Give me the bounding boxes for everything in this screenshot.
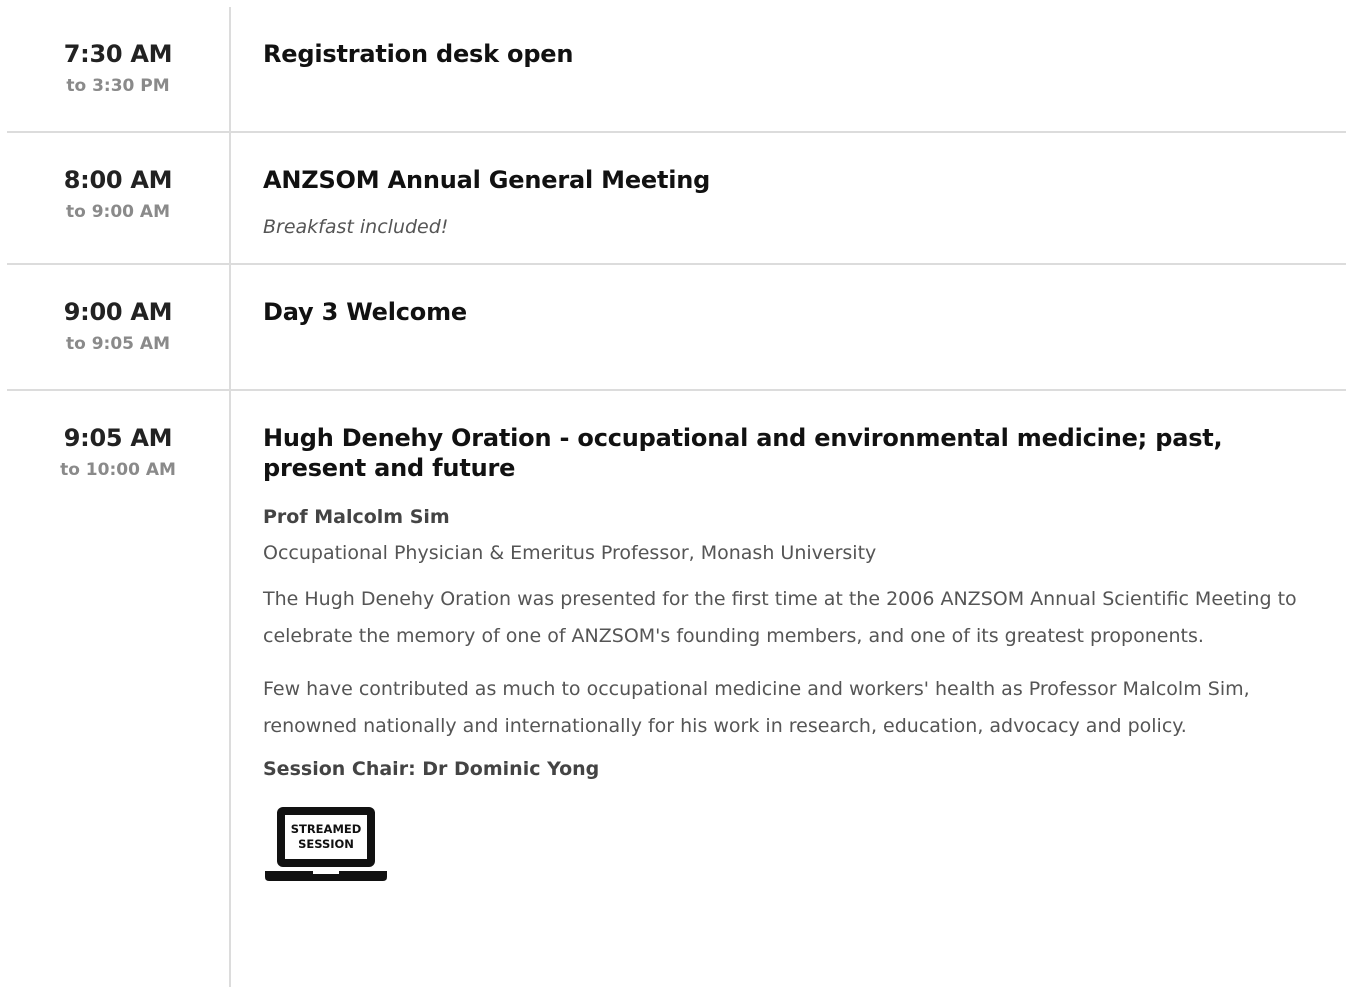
session-description: Few have contributed as much to occupati…: [263, 678, 1250, 737]
session-end-time: to 10:00 AM: [60, 460, 176, 480]
session-row: 9:05 AM to 10:00 AM Hugh Denehy Oration …: [7, 391, 1346, 987]
session-time: 8:00 AM to 9:00 AM: [7, 133, 231, 263]
session-content: Hugh Denehy Oration - occupational and e…: [231, 391, 1346, 987]
badge-line-1: STREAMED: [291, 822, 362, 836]
session-start-time: 8:00 AM: [63, 166, 173, 194]
streamed-session-badge: STREAMED SESSION: [263, 803, 389, 883]
session-end-time: to 9:00 AM: [65, 202, 170, 222]
session-time: 9:00 AM to 9:05 AM: [7, 265, 231, 389]
session-title: Registration desk open: [263, 40, 574, 68]
laptop-icon: STREAMED SESSION: [265, 807, 387, 881]
session-note: Breakfast included!: [263, 216, 449, 238]
session-content: Registration desk open: [231, 7, 1346, 131]
program-schedule: 7:30 AM to 3:30 PM Registration desk ope…: [7, 7, 1346, 987]
session-title: ANZSOM Annual General Meeting: [263, 166, 711, 194]
badge-line-2: SESSION: [298, 837, 354, 851]
session-description: The Hugh Denehy Oration was presented fo…: [263, 588, 1297, 647]
session-time: 7:30 AM to 3:30 PM: [7, 7, 231, 131]
session-start-time: 7:30 AM: [63, 40, 173, 68]
session-start-time: 9:00 AM: [63, 298, 173, 326]
session-end-time: to 9:05 AM: [65, 334, 170, 354]
session-row: 7:30 AM to 3:30 PM Registration desk ope…: [7, 7, 1346, 133]
session-title: Hugh Denehy Oration - occupational and e…: [263, 424, 1223, 482]
session-content: ANZSOM Annual General Meeting Breakfast …: [231, 133, 1346, 263]
session-row: 8:00 AM to 9:00 AM ANZSOM Annual General…: [7, 133, 1346, 265]
session-time: 9:05 AM to 10:00 AM: [7, 391, 231, 987]
session-row: 9:00 AM to 9:05 AM Day 3 Welcome: [7, 265, 1346, 391]
session-chair: Session Chair: Dr Dominic Yong: [263, 758, 600, 780]
session-title: Day 3 Welcome: [263, 298, 467, 326]
speaker-name: Prof Malcolm Sim: [263, 506, 450, 528]
session-start-time: 9:05 AM: [63, 424, 173, 452]
session-end-time: to 3:30 PM: [66, 76, 170, 96]
session-content: Day 3 Welcome: [231, 265, 1346, 389]
speaker-role: Occupational Physician & Emeritus Profes…: [263, 542, 877, 564]
